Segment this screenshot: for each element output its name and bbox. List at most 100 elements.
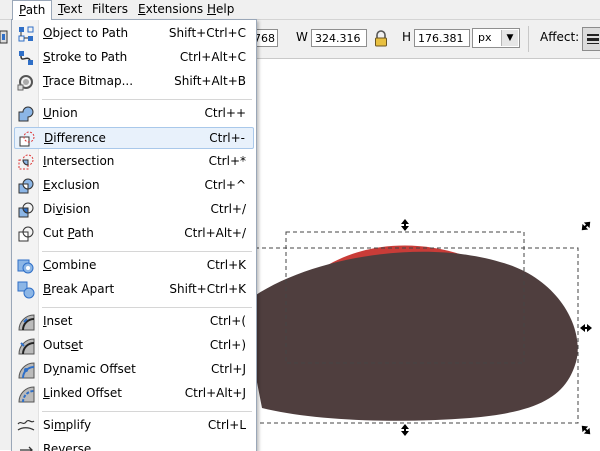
outset-icon (18, 338, 35, 355)
menu-item-shortcut: Ctrl+- (209, 131, 245, 145)
menu-item-label: Object to Path (43, 26, 129, 40)
menu-help-label: elp (216, 2, 235, 16)
union-icon (18, 106, 34, 122)
menu-item-shortcut: Shift+Alt+B (174, 74, 246, 88)
menu-filters-label: Filters (92, 2, 128, 16)
menu-text[interactable]: Text (52, 0, 88, 19)
menu-item-label: Exclusion (43, 178, 100, 192)
menu-separator (42, 251, 252, 252)
menu-separator (42, 307, 252, 308)
node-tool-icon[interactable] (0, 29, 10, 45)
menu-item-shortcut: Shift+Ctrl+K (169, 282, 246, 296)
menu-help[interactable]: Help (201, 0, 240, 19)
menu-item-stroke-to-path[interactable]: Stroke to Path Ctrl+Alt+C (14, 47, 254, 69)
scale-handle-bottom[interactable] (401, 424, 409, 436)
menu-item-label: Intersection (43, 154, 115, 168)
menu-item-shortcut: Ctrl+( (209, 314, 246, 328)
unit-value: px (478, 31, 492, 44)
width-field[interactable]: 324.316 (311, 29, 367, 47)
scale-handle-top[interactable] (401, 219, 409, 231)
menu-item-combine[interactable]: Combine Ctrl+K (14, 255, 254, 277)
menu-item-exclusion[interactable]: Exclusion Ctrl+^ (14, 175, 254, 197)
combine-icon (17, 259, 34, 274)
menu-item-simplify[interactable]: Simplify Ctrl+L (14, 415, 254, 437)
menu-item-linked-offset[interactable]: Linked Offset Ctrl+Alt+J (14, 383, 254, 405)
menu-item-shortcut: Ctrl+J (211, 362, 246, 376)
scale-handle-right[interactable] (580, 324, 592, 332)
menu-item-shortcut: Ctrl++ (204, 106, 246, 120)
inset-icon (18, 314, 35, 331)
scale-handle-bottom-right[interactable] (579, 423, 593, 437)
menu-item-inset[interactable]: Inset Ctrl+( (14, 311, 254, 333)
stroke-to-path-icon (19, 51, 33, 65)
menu-item-shortcut: Ctrl+Alt+/ (184, 226, 246, 240)
height-value: 176.381 (418, 32, 464, 45)
menu-path-mnemonic: P (19, 3, 26, 17)
menu-item-shortcut: Ctrl+* (208, 154, 246, 168)
menu-separator (42, 411, 252, 412)
menu-separator (42, 99, 252, 100)
menu-item-label: Dynamic Offset (43, 362, 136, 376)
h-label: H (402, 30, 412, 44)
menu-help-mnemonic: H (207, 2, 217, 16)
intersection-icon (18, 154, 34, 170)
menu-item-division[interactable]: Division Ctrl+/ (14, 199, 254, 221)
menu-item-label: Cut Path (43, 226, 94, 240)
menu-item-label: Division (43, 202, 91, 216)
menu-item-intersection[interactable]: Intersection Ctrl+* (14, 151, 254, 173)
menu-item-break-apart[interactable]: Break Apart Shift+Ctrl+K (14, 279, 254, 301)
menu-item-label: Linked Offset (43, 386, 123, 400)
height-field[interactable]: 176.381 (414, 29, 470, 47)
menu-item-difference[interactable]: Difference Ctrl+- (14, 127, 254, 149)
menu-item-label: Inset (43, 314, 73, 328)
break-apart-icon (17, 281, 35, 299)
menu-item-shortcut: Ctrl+Alt+C (179, 50, 246, 64)
w-label: W (296, 30, 308, 44)
menu-item-union[interactable]: Union Ctrl++ (14, 103, 254, 125)
width-value: 324.316 (315, 32, 361, 45)
cut-path-icon (18, 226, 34, 242)
menu-item-label: Simplify (43, 418, 92, 432)
menubar: Path Text Filters Extensions Help (0, 0, 600, 20)
linked-offset-icon (18, 386, 35, 403)
exclusion-icon (18, 178, 34, 194)
toolbar-separator (528, 26, 529, 52)
affect-stroke-toggle[interactable] (582, 27, 600, 51)
dynamic-offset-icon (18, 362, 35, 379)
menu-item-label: Outset (43, 338, 84, 352)
division-icon (18, 202, 34, 218)
stroke-width-icon (587, 34, 599, 44)
menu-item-label: Break Apart (43, 282, 115, 296)
menu-path[interactable]: Path (12, 0, 53, 20)
menu-item-shortcut: Ctrl+/ (210, 202, 246, 216)
menu-item-shortcut: Ctrl+L (207, 418, 246, 432)
menu-item-reverse[interactable]: Reverse (14, 439, 254, 451)
menu-item-dynamic-offset[interactable]: Dynamic Offset Ctrl+J (14, 359, 254, 381)
lock-icon[interactable] (373, 29, 389, 49)
y-value: 768 (254, 32, 275, 45)
path-menu-dropdown: Object to Path Shift+Ctrl+C Stroke to Pa… (11, 19, 257, 451)
difference-icon (19, 131, 35, 147)
menu-item-shortcut: Shift+Ctrl+C (168, 26, 246, 40)
menu-path-label: ath (25, 3, 46, 17)
menu-item-shortcut: Ctrl+Alt+J (184, 386, 246, 400)
simplify-icon (17, 419, 35, 431)
dark-shape[interactable] (242, 251, 578, 421)
object-to-path-icon (18, 26, 34, 42)
chevron-down-icon: ▼ (501, 30, 518, 46)
menu-text-label: ext (63, 2, 83, 16)
menu-item-trace-bitmap[interactable]: Trace Bitmap... Shift+Alt+B (14, 71, 254, 93)
menu-extensions-label: xtensions (145, 2, 204, 16)
menu-item-cut-path[interactable]: Cut Path Ctrl+Alt+/ (14, 223, 254, 245)
menu-filters[interactable]: Filters (86, 0, 134, 19)
scale-handle-top-right[interactable] (579, 219, 593, 233)
menu-item-shortcut: Ctrl+) (209, 338, 246, 352)
menu-item-shortcut: Ctrl+^ (204, 178, 246, 192)
menu-item-shortcut: Ctrl+K (206, 258, 246, 272)
menu-extensions[interactable]: Extensions (132, 0, 209, 19)
menu-item-label: Stroke to Path (43, 50, 128, 64)
menu-item-outset[interactable]: Outset Ctrl+) (14, 335, 254, 357)
unit-select[interactable]: px ▼ (472, 28, 520, 48)
menu-item-label: Trace Bitmap... (43, 74, 134, 88)
menu-item-object-to-path[interactable]: Object to Path Shift+Ctrl+C (14, 23, 254, 45)
